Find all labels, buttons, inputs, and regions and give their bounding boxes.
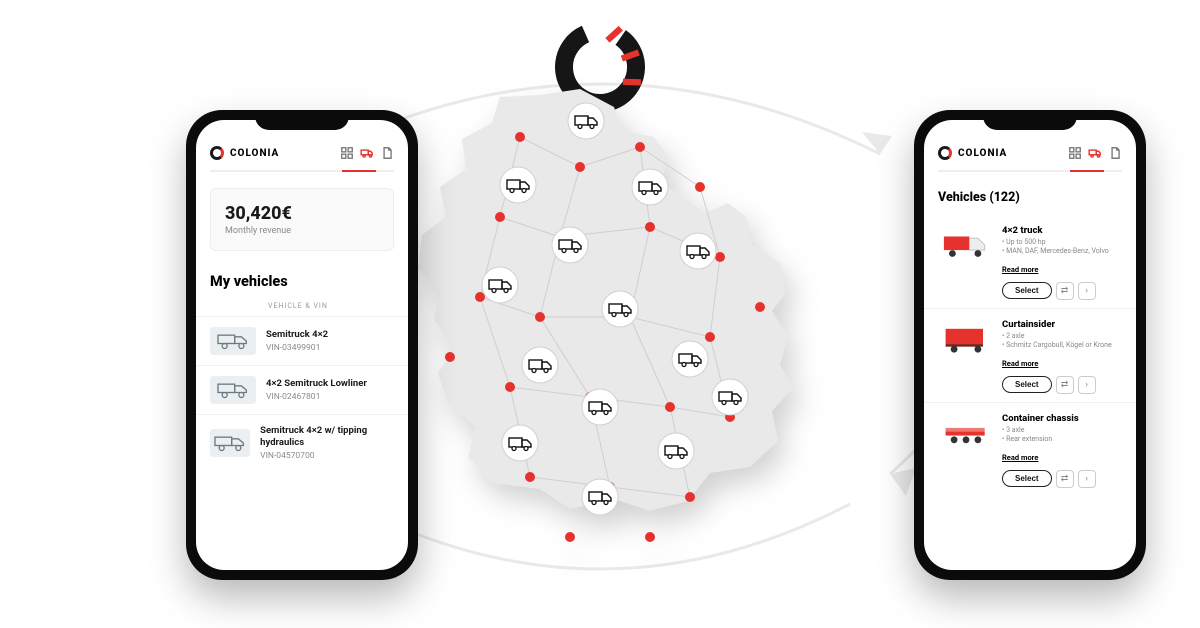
revenue-amount: 30,420€ — [225, 203, 379, 224]
truck-thumb-icon — [210, 376, 256, 404]
revenue-panel: 30,420€ Monthly revenue — [210, 188, 394, 251]
read-more-link[interactable]: Read more — [1002, 265, 1038, 274]
brand-logo-icon — [938, 146, 952, 160]
vehicles-tab-icon[interactable] — [1088, 146, 1102, 160]
germany-network-map — [390, 77, 810, 577]
vehicle-row[interactable]: Semitruck 4×2 VIN-03499901 — [196, 316, 408, 365]
catalog-item-name: Curtainsider — [1002, 319, 1122, 330]
catalog-bullet: • Up to 500 hp — [1002, 238, 1122, 247]
catalog-item: Container chassis • 3 axle • Rear extens… — [924, 403, 1136, 496]
vehicle-row[interactable]: 4×2 Semitruck Lowliner VIN-02467801 — [196, 365, 408, 414]
catalog-thumb-truck — [938, 225, 994, 265]
vehicle-column-header: VEHICLE & VIN — [210, 302, 394, 310]
catalog-item-name: 4×2 truck — [1002, 225, 1122, 236]
documents-icon[interactable] — [1108, 146, 1122, 160]
truck-thumb-icon — [210, 327, 256, 355]
next-button[interactable]: › — [1078, 376, 1096, 394]
catalog-item: Curtainsider • 2 axle • Schmitz Cargobul… — [924, 309, 1136, 403]
select-button[interactable]: Select — [1002, 376, 1052, 393]
catalog-bullet: • 2 axle — [1002, 332, 1122, 341]
owner-phone-mockup: COLONIA 30,420€ Monthly revenue My vehic… — [186, 110, 418, 580]
catalog-thumb-container-chassis — [938, 413, 994, 453]
revenue-label: Monthly revenue — [225, 226, 379, 236]
next-button[interactable]: › — [1078, 282, 1096, 300]
select-button[interactable]: Select — [1002, 470, 1052, 487]
catalog-bullet: • Rear extension — [1002, 435, 1122, 444]
tab-underline — [210, 170, 394, 172]
catalog-bullet: • MAN, DAF, Mercedes-Benz, Volvo — [1002, 247, 1122, 256]
compare-button[interactable]: ⇄ — [1056, 282, 1074, 300]
compare-button[interactable]: ⇄ — [1056, 470, 1074, 488]
vehicle-name: Semitruck 4×2 w/ tipping hydraulics — [260, 425, 394, 449]
catalog-title: Vehicles (122) — [938, 190, 1122, 205]
my-vehicles-title: My vehicles — [210, 273, 394, 290]
tab-underline — [938, 170, 1122, 172]
truck-thumb-icon — [210, 429, 250, 457]
read-more-link[interactable]: Read more — [1002, 453, 1038, 462]
vehicle-name: 4×2 Semitruck Lowliner — [266, 378, 367, 390]
catalog-bullet: • 3 axle — [1002, 426, 1122, 435]
documents-icon[interactable] — [380, 146, 394, 160]
compare-button[interactable]: ⇄ — [1056, 376, 1074, 394]
phone-notch — [983, 110, 1077, 130]
dashboard-icon[interactable] — [340, 146, 354, 160]
catalog-thumb-curtainsider — [938, 319, 994, 359]
vehicle-name: Semitruck 4×2 — [266, 329, 328, 341]
phone-notch — [255, 110, 349, 130]
vehicle-row[interactable]: Semitruck 4×2 w/ tipping hydraulics VIN-… — [196, 414, 408, 471]
vehicle-vin: VIN-03499901 — [266, 343, 328, 353]
brand-name: COLONIA — [958, 148, 1007, 159]
vehicle-vin: VIN-02467801 — [266, 392, 367, 402]
vehicles-tab-icon[interactable] — [360, 146, 374, 160]
vehicle-vin: VIN-04570700 — [260, 451, 394, 461]
catalog-bullet: • Schmitz Cargobull, Kögel or Krone — [1002, 341, 1122, 350]
brand-name: COLONIA — [230, 148, 279, 159]
next-button[interactable]: › — [1078, 470, 1096, 488]
dashboard-icon[interactable] — [1068, 146, 1082, 160]
brand-logo-icon — [210, 146, 224, 160]
read-more-link[interactable]: Read more — [1002, 359, 1038, 368]
catalog-item-name: Container chassis — [1002, 413, 1122, 424]
catalog-item: 4×2 truck • Up to 500 hp • MAN, DAF, Mer… — [924, 215, 1136, 309]
renter-phone-mockup: COLONIA Vehicles (122) 4×2 truck • Up to — [914, 110, 1146, 580]
select-button[interactable]: Select — [1002, 282, 1052, 299]
